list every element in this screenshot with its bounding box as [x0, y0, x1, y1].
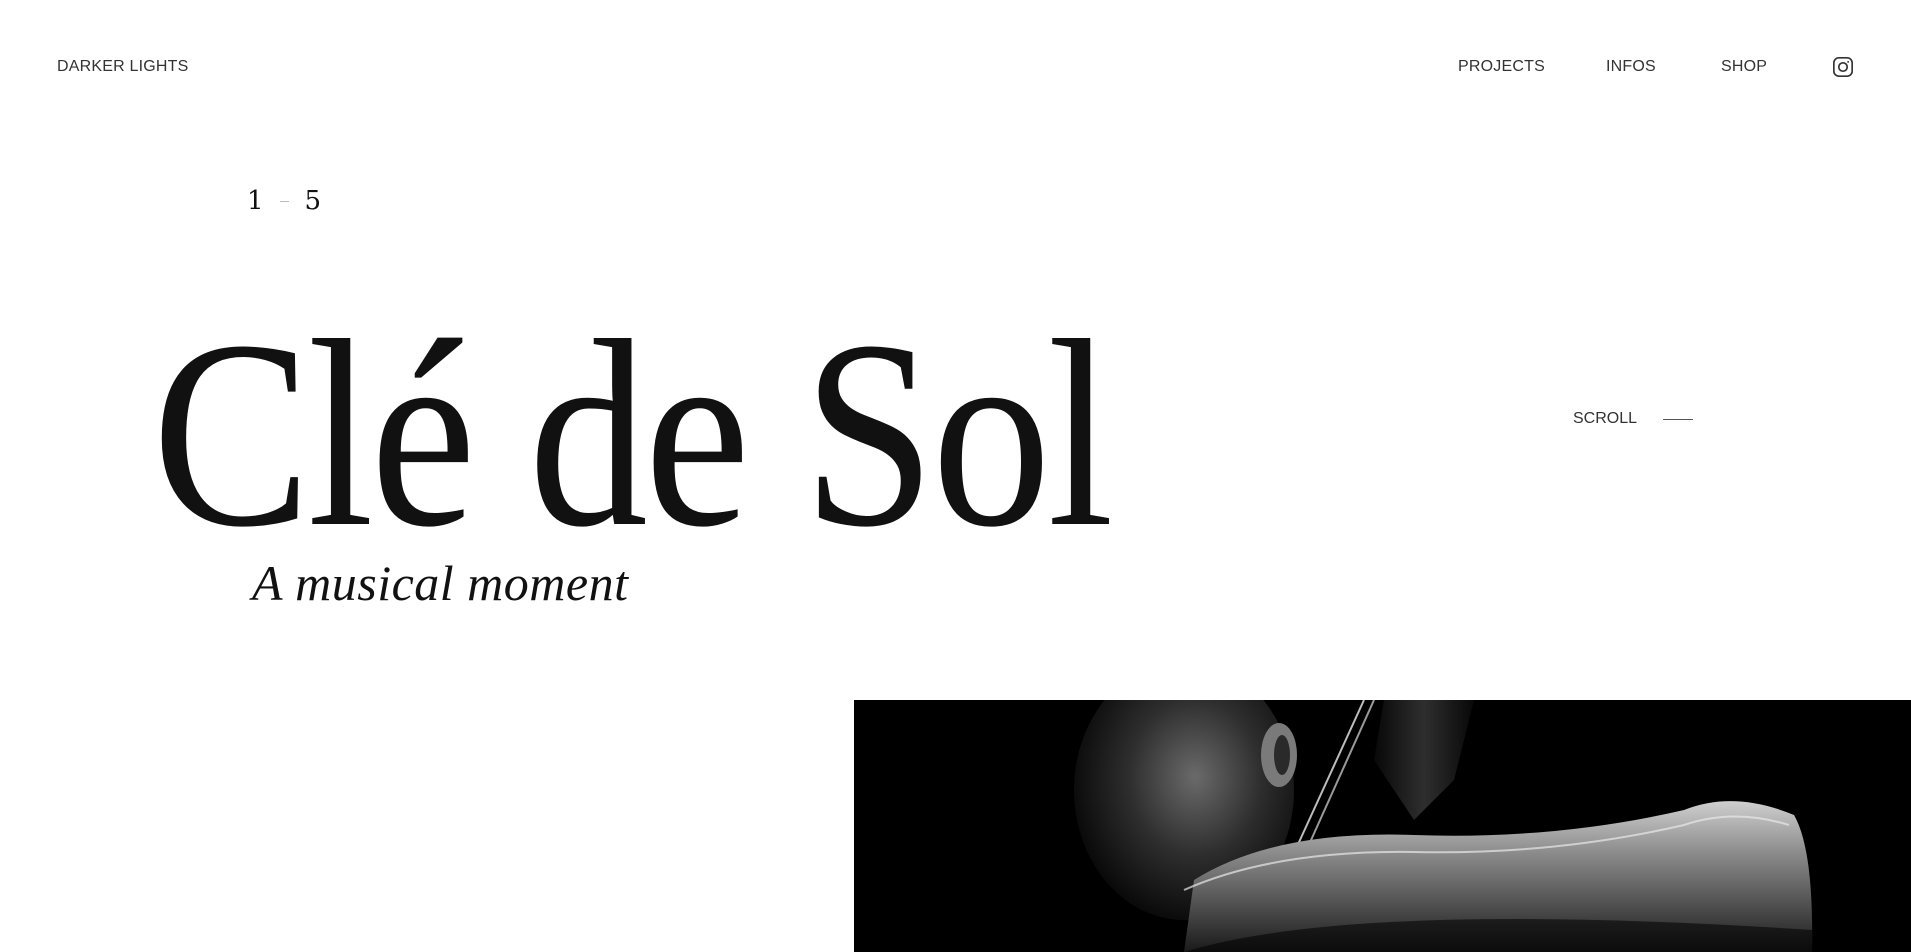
scroll-indicator[interactable]: SCROLL — [1573, 410, 1694, 428]
slide-counter-total: 5 — [304, 186, 322, 216]
slide-counter-current: 1 — [247, 186, 264, 216]
scroll-label: SCROLL — [1573, 410, 1638, 427]
hero-subtitle: A musical moment — [252, 555, 629, 611]
scroll-line — [1663, 418, 1694, 420]
nav-item-shop[interactable]: SHOP — [1721, 58, 1767, 76]
main-nav: PROJECTS INFOS SHOP — [0, 58, 1911, 82]
instagram-icon[interactable] — [1832, 56, 1854, 78]
slide-counter-separator — [279, 200, 289, 202]
slide-counter: 1 5 — [247, 186, 321, 216]
nav-item-projects[interactable]: PROJECTS — [1458, 58, 1545, 76]
hero-title: Clé de Sol — [152, 285, 1114, 582]
nav-item-infos[interactable]: INFOS — [1606, 58, 1656, 76]
hero-photo — [854, 700, 1911, 952]
cellist-photo-image — [854, 700, 1911, 952]
